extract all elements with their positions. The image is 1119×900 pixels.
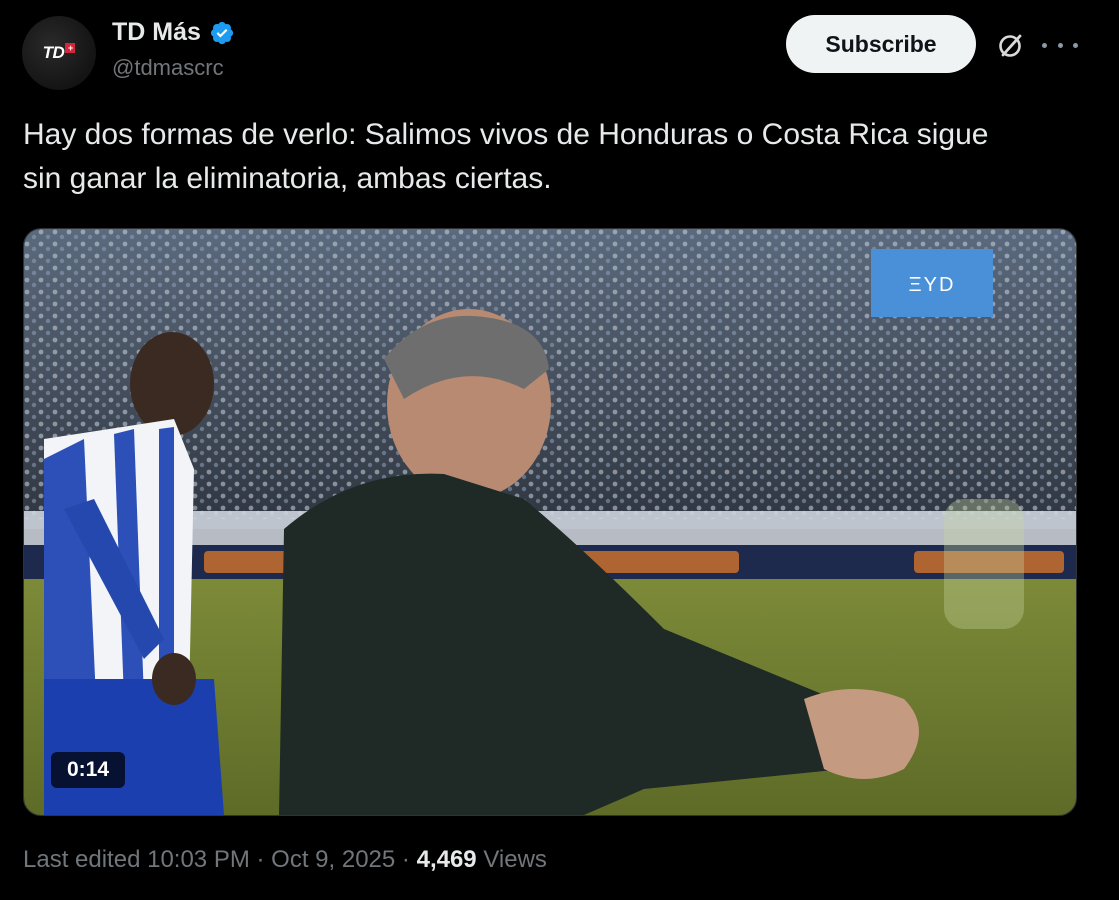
tweet-text: Hay dos formas de verlo: Salimos vivos d… bbox=[23, 118, 989, 195]
author-block: TD Más @tdmascrc bbox=[112, 18, 235, 81]
verified-badge-icon bbox=[210, 21, 234, 44]
meta-separator: · bbox=[256, 846, 265, 873]
more-horizontal-icon[interactable] bbox=[1042, 30, 1078, 60]
grok-slash-circle-icon[interactable] bbox=[994, 30, 1026, 62]
edited-label[interactable]: Last edited bbox=[23, 846, 140, 873]
tweet-time[interactable]: 10:03 PM bbox=[147, 846, 250, 873]
author-handle[interactable]: @tdmascrc bbox=[112, 55, 235, 81]
meta-separator-2: · bbox=[401, 846, 410, 873]
tweet-date[interactable]: Oct 9, 2025 bbox=[271, 846, 395, 873]
views-count[interactable]: 4,469 bbox=[417, 846, 477, 873]
video-duration-badge: 0:14 bbox=[51, 752, 125, 788]
tweet-meta: Last edited 10:03 PM · Oct 9, 2025 · 4,4… bbox=[23, 846, 547, 874]
video-frame: ΞYD bbox=[24, 229, 1076, 815]
avatar[interactable]: TD + bbox=[22, 16, 96, 90]
subscribe-button[interactable]: Subscribe bbox=[786, 15, 976, 73]
sponsor-logo-text: ΞYD bbox=[909, 274, 956, 296]
video-player[interactable]: ΞYD bbox=[23, 228, 1077, 816]
avatar-logo: TD + bbox=[43, 43, 76, 63]
views-label: Views bbox=[483, 846, 547, 873]
author-display-name[interactable]: TD Más bbox=[112, 18, 201, 47]
